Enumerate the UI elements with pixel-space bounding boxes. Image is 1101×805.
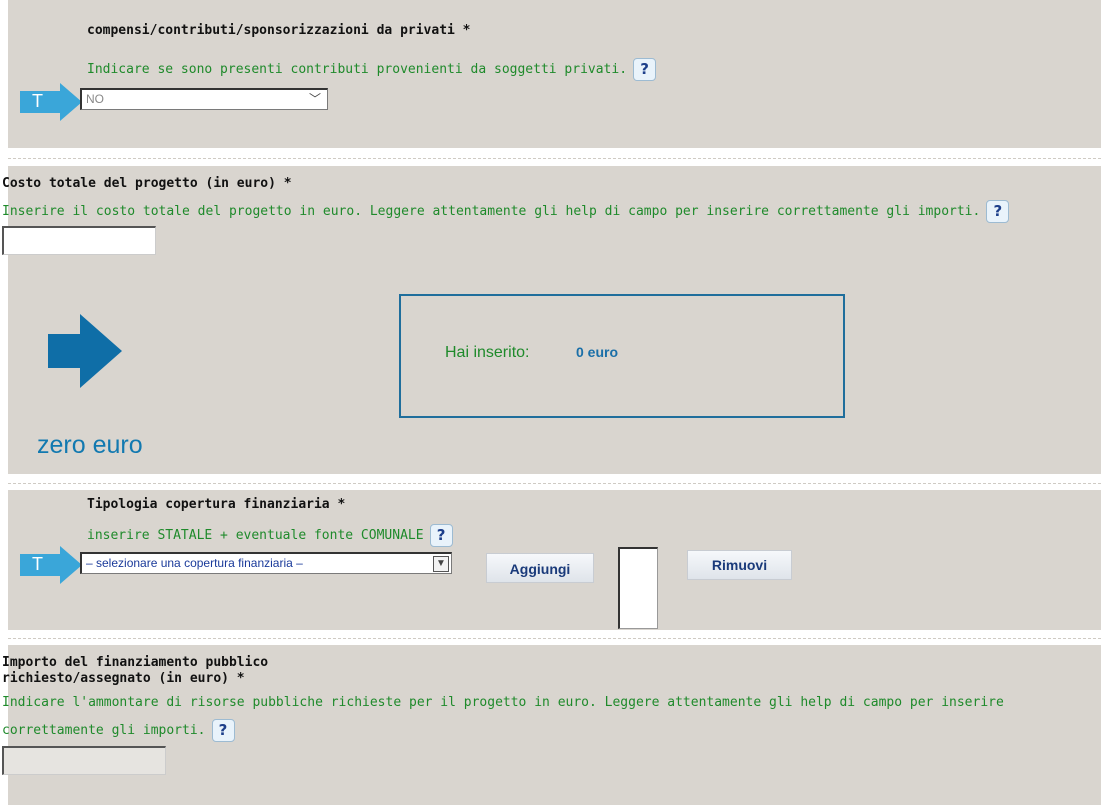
section-hint-line2: correttamente gli importi.? [2, 719, 235, 742]
result-prefix: Hai inserito: [445, 344, 530, 361]
select-value: – selezionare una copertura finanziaria … [86, 556, 303, 570]
help-icon[interactable]: ? [429, 524, 453, 547]
help-icon[interactable]: ? [211, 719, 235, 742]
t-indicator-label: T [32, 91, 43, 111]
section-title: Costo totale del progetto (in euro) * [2, 176, 292, 191]
section-hint: inserire STATALE + eventuale fonte COMUN… [87, 524, 453, 547]
help-icon[interactable]: ? [633, 58, 657, 81]
amount-in-words: zero euro [37, 431, 143, 459]
t-indicator-label: T [32, 554, 43, 574]
section-financial-coverage: Tipologia copertura finanziaria * inseri… [8, 490, 1101, 630]
separator [8, 483, 1101, 484]
section-title: Tipologia copertura finanziaria * [87, 497, 346, 512]
result-box: Hai inserito: 0 euro [399, 294, 845, 418]
separator [8, 638, 1101, 639]
section-title-line2: richiesto/assegnato (in euro) * [2, 671, 245, 686]
hint-text: Indicare se sono presenti contributi pro… [87, 62, 628, 77]
help-icon[interactable]: ? [986, 200, 1010, 223]
section-hint: Inserire il costo totale del progetto in… [2, 200, 1010, 223]
section-hint: Indicare se sono presenti contributi pro… [87, 58, 657, 81]
section-private-contributions: compensi/contributi/sponsorizzazioni da … [8, 0, 1101, 148]
hint-text: inserire STATALE + eventuale fonte COMUN… [87, 528, 424, 543]
separator [8, 158, 1101, 159]
hint-text: Inserire il costo totale del progetto in… [2, 204, 981, 219]
add-coverage-button[interactable]: Aggiungi [486, 553, 594, 583]
t-indicator-arrow-icon: T [20, 83, 84, 121]
big-arrow-icon [48, 314, 124, 392]
chevron-down-icon: ▼ [433, 556, 449, 572]
section-title-line1: Importo del finanziamento pubblico [2, 655, 269, 670]
coverage-list[interactable] [618, 547, 658, 629]
section-total-cost: Costo totale del progetto (in euro) * In… [2, 166, 1101, 474]
section-public-funding: Importo del finanziamento pubblico richi… [2, 645, 1101, 805]
public-funding-input [2, 746, 166, 775]
select-value: NO [86, 92, 104, 106]
chevron-down-icon: ﹀ [308, 92, 321, 106]
total-cost-input[interactable] [2, 226, 156, 255]
section-hint-line1: Indicare l'ammontare di risorse pubblich… [2, 695, 1004, 710]
private-contributions-select[interactable]: NO ﹀ [80, 88, 328, 110]
coverage-type-select[interactable]: – selezionare una copertura finanziaria … [80, 552, 452, 574]
section-title: compensi/contributi/sponsorizzazioni da … [87, 23, 471, 38]
remove-coverage-button[interactable]: Rimuovi [687, 550, 792, 580]
t-indicator-arrow-icon: T [20, 546, 84, 584]
result-value: 0 euro [576, 344, 619, 360]
hint-text: correttamente gli importi. [2, 723, 206, 738]
